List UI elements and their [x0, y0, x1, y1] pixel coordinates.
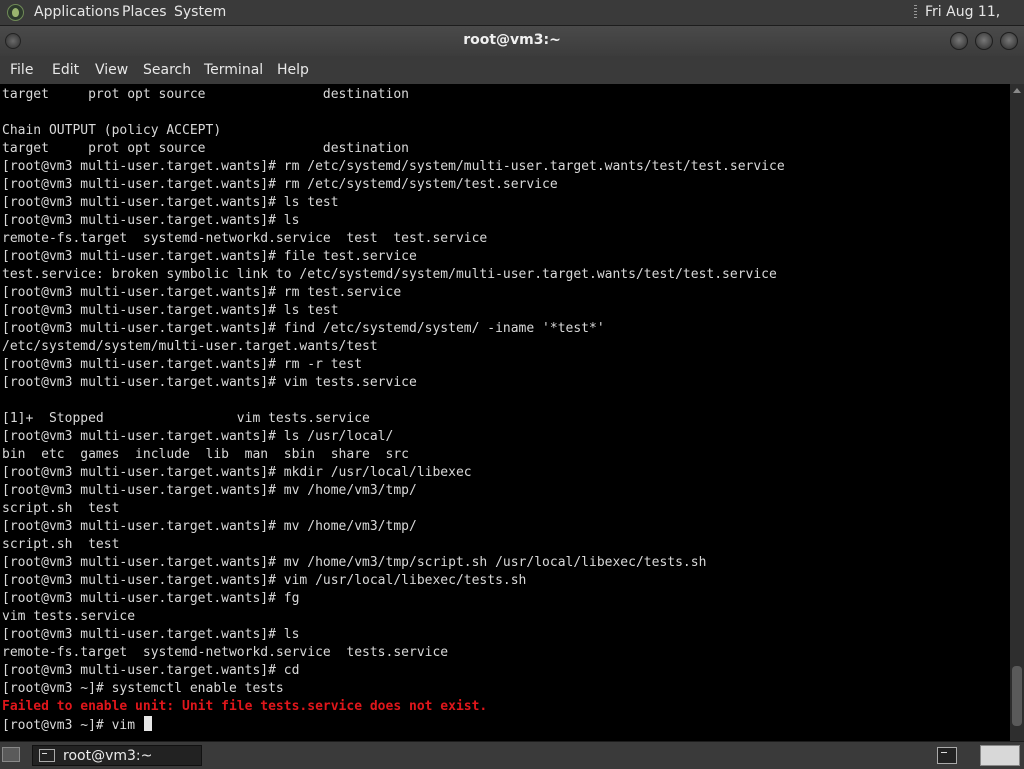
taskbar-button-terminal[interactable]: root@vm3:~	[32, 745, 202, 766]
terminal-error-line: Failed to enable unit: Unit file tests.s…	[2, 699, 488, 714]
terminal-line: remote-fs.target systemd-networkd.servic…	[2, 645, 449, 660]
taskbar-label: root@vm3:~	[63, 748, 153, 764]
terminal-line: script.sh test	[2, 501, 120, 516]
menu-help[interactable]: Help	[277, 56, 309, 84]
menu-search[interactable]: Search	[143, 56, 191, 84]
terminal-line: [root@vm3 multi-user.target.wants]# mv /…	[2, 519, 417, 534]
scroll-up-icon[interactable]	[1013, 88, 1021, 93]
terminal-line: Chain OUTPUT (policy ACCEPT)	[2, 123, 222, 138]
panel-separator	[914, 5, 917, 20]
menu-view[interactable]: View	[95, 56, 128, 84]
terminal-line: [root@vm3 multi-user.target.wants]# mkdi…	[2, 465, 472, 480]
system-menu[interactable]: System	[174, 0, 226, 25]
terminal-line: bin etc games include lib man sbin share…	[2, 447, 409, 462]
terminal-scrollbar[interactable]	[1010, 84, 1024, 741]
window-title: root@vm3:~	[463, 32, 561, 48]
terminal-line: [root@vm3 multi-user.target.wants]# ls t…	[2, 195, 339, 210]
clock[interactable]: Fri Aug 11, 15:43	[925, 0, 1024, 45]
terminal-line: [root@vm3 multi-user.target.wants]# find…	[2, 321, 605, 336]
terminal-tray-icon[interactable]	[937, 747, 957, 764]
terminal-line: [root@vm3 ~]# systemctl enable tests	[2, 681, 284, 696]
window-titlebar[interactable]: root@vm3:~	[0, 26, 1024, 56]
terminal-line: /etc/systemd/system/multi-user.target.wa…	[2, 339, 378, 354]
menu-edit[interactable]: Edit	[52, 56, 79, 84]
terminal-line: [root@vm3 multi-user.target.wants]# ls	[2, 213, 300, 228]
terminal-line: [root@vm3 multi-user.target.wants]# rm t…	[2, 285, 402, 300]
terminal-line: [root@vm3 multi-user.target.wants]# vim …	[2, 573, 527, 588]
text-cursor	[143, 716, 152, 731]
top-panel: Applications Places System Fri Aug 11, 1…	[0, 0, 1024, 45]
terminal-line: target prot opt source destination	[2, 87, 409, 102]
workspace-switcher[interactable]	[980, 745, 1020, 766]
terminal-line: [root@vm3 multi-user.target.wants]# ls	[2, 627, 300, 642]
close-button[interactable]	[1000, 32, 1018, 50]
minimize-button[interactable]	[950, 32, 968, 50]
places-menu[interactable]: Places	[122, 0, 167, 25]
bottom-panel: root@vm3:~	[0, 741, 1024, 769]
terminal-line: [root@vm3 multi-user.target.wants]# cd	[2, 663, 300, 678]
terminal-line: test.service: broken symbolic link to /e…	[2, 267, 777, 282]
terminal-line: remote-fs.target systemd-networkd.servic…	[2, 231, 488, 246]
maximize-button[interactable]	[975, 32, 993, 50]
terminal-line: [root@vm3 multi-user.target.wants]# ls t…	[2, 303, 339, 318]
terminal-prompt-line: [root@vm3 ~]# vim	[2, 716, 152, 734]
menu-file[interactable]: File	[10, 56, 33, 84]
terminal-line: [root@vm3 multi-user.target.wants]# mv /…	[2, 555, 707, 570]
scroll-thumb[interactable]	[1012, 666, 1022, 726]
terminal-line: [root@vm3 multi-user.target.wants]# file…	[2, 249, 417, 264]
terminal-line: [root@vm3 multi-user.target.wants]# rm /…	[2, 159, 785, 174]
terminal-icon	[39, 749, 55, 762]
menubar: File Edit View Search Terminal Help	[0, 56, 1024, 84]
menu-terminal[interactable]: Terminal	[204, 56, 263, 84]
show-desktop-icon[interactable]	[2, 747, 20, 762]
terminal-output[interactable]: target prot opt source destination Chain …	[0, 84, 1010, 741]
terminal-line: [1]+ Stopped vim tests.service	[2, 411, 370, 426]
terminal-line: [root@vm3 multi-user.target.wants]# rm -…	[2, 357, 363, 372]
gnome-foot-icon[interactable]	[7, 4, 24, 21]
terminal-line: vim tests.service	[2, 609, 136, 624]
terminal-line: [root@vm3 multi-user.target.wants]# mv /…	[2, 483, 417, 498]
terminal-line: script.sh test	[2, 537, 120, 552]
applications-menu[interactable]: Applications	[34, 0, 120, 25]
terminal-line: [root@vm3 multi-user.target.wants]# ls /…	[2, 429, 394, 444]
terminal-line: [root@vm3 multi-user.target.wants]# vim …	[2, 375, 417, 390]
terminal-line: [root@vm3 multi-user.target.wants]# rm /…	[2, 177, 558, 192]
terminal-line: [root@vm3 multi-user.target.wants]# fg	[2, 591, 300, 606]
terminal-line: target prot opt source destination	[2, 141, 409, 156]
